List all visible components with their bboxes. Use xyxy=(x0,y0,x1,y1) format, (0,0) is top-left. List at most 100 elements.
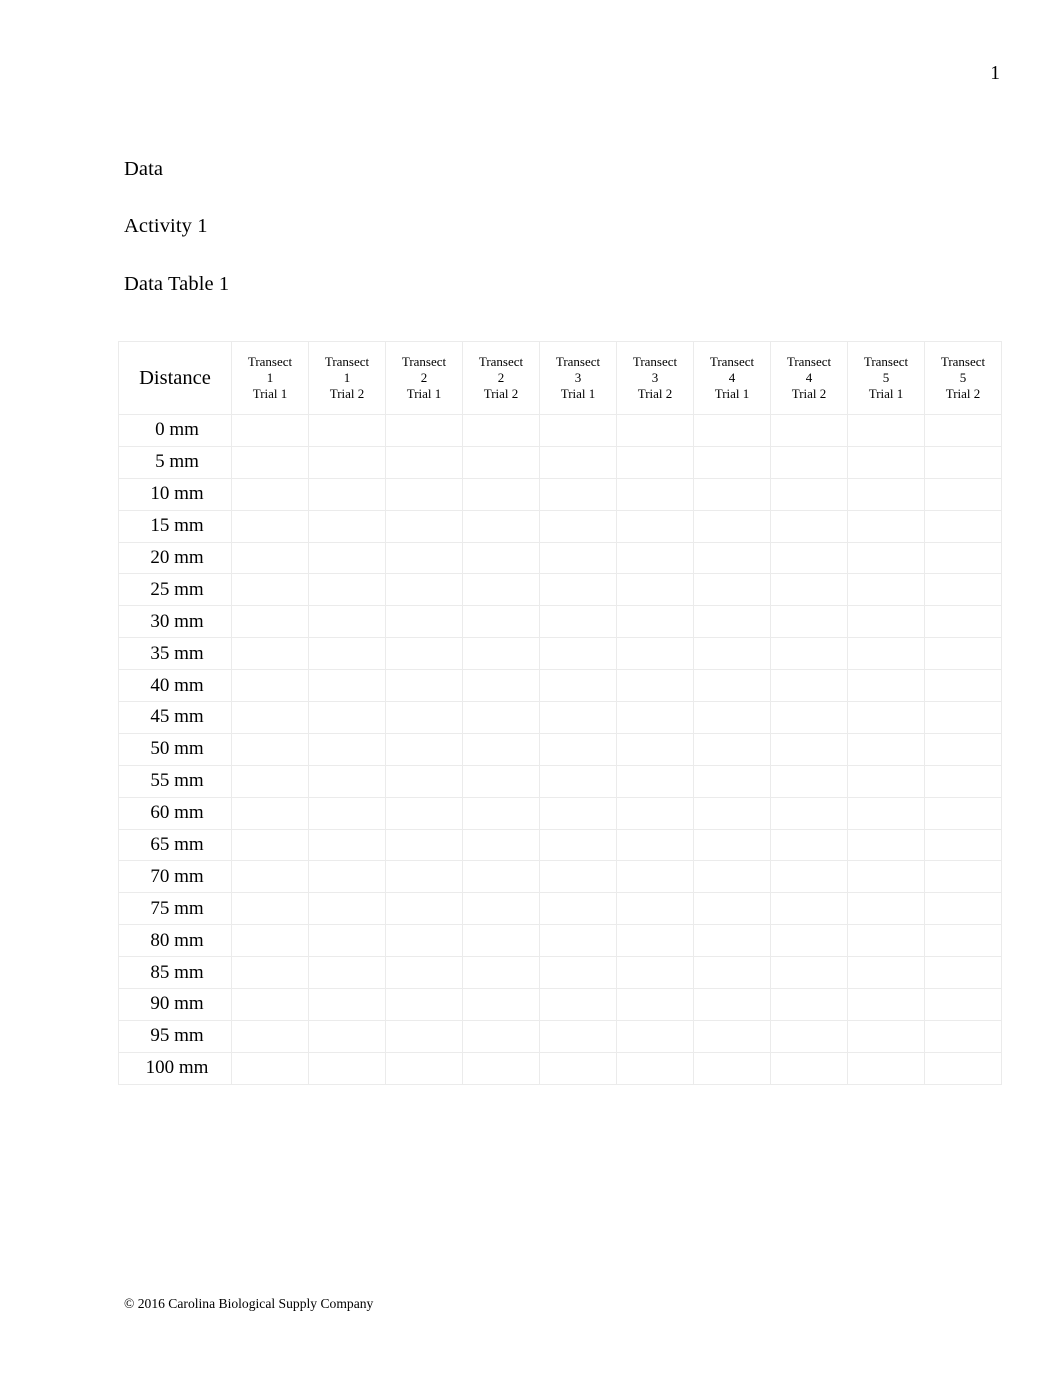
data-entry-cell[interactable] xyxy=(539,701,617,734)
data-entry-cell[interactable] xyxy=(616,732,694,766)
data-entry-cell[interactable] xyxy=(231,892,309,926)
data-entry-cell[interactable] xyxy=(616,445,694,479)
data-entry-cell[interactable] xyxy=(308,732,386,766)
data-entry-cell[interactable] xyxy=(308,573,386,607)
data-entry-cell[interactable] xyxy=(231,573,309,607)
data-entry-cell[interactable] xyxy=(231,1051,309,1085)
data-entry-cell[interactable] xyxy=(385,509,463,543)
data-entry-cell[interactable] xyxy=(462,445,540,479)
data-entry-cell[interactable] xyxy=(308,541,386,575)
data-entry-cell[interactable] xyxy=(616,764,694,798)
data-entry-cell[interactable] xyxy=(231,669,309,703)
data-entry-cell[interactable] xyxy=(385,828,463,862)
data-entry-cell[interactable] xyxy=(462,1051,540,1085)
data-entry-cell[interactable] xyxy=(924,796,1002,830)
data-entry-cell[interactable] xyxy=(924,924,1002,958)
data-entry-cell[interactable] xyxy=(308,1051,386,1085)
data-entry-cell[interactable] xyxy=(539,892,617,926)
data-entry-cell[interactable] xyxy=(462,892,540,926)
data-entry-cell[interactable] xyxy=(616,860,694,894)
data-entry-cell[interactable] xyxy=(924,701,1002,734)
data-entry-cell[interactable] xyxy=(385,1051,463,1085)
data-entry-cell[interactable] xyxy=(924,1051,1002,1085)
data-entry-cell[interactable] xyxy=(385,573,463,607)
data-entry-cell[interactable] xyxy=(616,637,694,671)
data-entry-cell[interactable] xyxy=(770,764,848,798)
data-entry-cell[interactable] xyxy=(308,445,386,479)
data-entry-cell[interactable] xyxy=(539,764,617,798)
data-entry-cell[interactable] xyxy=(616,956,694,990)
data-entry-cell[interactable] xyxy=(539,924,617,958)
data-entry-cell[interactable] xyxy=(385,892,463,926)
data-entry-cell[interactable] xyxy=(770,732,848,766)
data-entry-cell[interactable] xyxy=(462,637,540,671)
data-entry-cell[interactable] xyxy=(847,701,925,734)
data-entry-cell[interactable] xyxy=(308,701,386,734)
data-entry-cell[interactable] xyxy=(693,732,771,766)
data-entry-cell[interactable] xyxy=(847,605,925,639)
data-entry-cell[interactable] xyxy=(231,796,309,830)
data-entry-cell[interactable] xyxy=(231,445,309,479)
data-entry-cell[interactable] xyxy=(847,892,925,926)
data-entry-cell[interactable] xyxy=(231,860,309,894)
data-entry-cell[interactable] xyxy=(231,477,309,511)
data-entry-cell[interactable] xyxy=(616,605,694,639)
data-entry-cell[interactable] xyxy=(924,414,1002,447)
data-entry-cell[interactable] xyxy=(847,509,925,543)
data-entry-cell[interactable] xyxy=(847,1051,925,1085)
data-entry-cell[interactable] xyxy=(616,892,694,926)
data-entry-cell[interactable] xyxy=(693,414,771,447)
data-entry-cell[interactable] xyxy=(308,1019,386,1053)
data-entry-cell[interactable] xyxy=(385,924,463,958)
data-entry-cell[interactable] xyxy=(770,1051,848,1085)
data-entry-cell[interactable] xyxy=(616,509,694,543)
data-entry-cell[interactable] xyxy=(308,924,386,958)
data-entry-cell[interactable] xyxy=(539,669,617,703)
data-entry-cell[interactable] xyxy=(847,956,925,990)
data-entry-cell[interactable] xyxy=(462,956,540,990)
data-entry-cell[interactable] xyxy=(231,1019,309,1053)
data-entry-cell[interactable] xyxy=(924,988,1002,1021)
data-entry-cell[interactable] xyxy=(231,956,309,990)
data-entry-cell[interactable] xyxy=(693,924,771,958)
data-entry-cell[interactable] xyxy=(231,828,309,862)
data-entry-cell[interactable] xyxy=(308,956,386,990)
data-entry-cell[interactable] xyxy=(847,477,925,511)
data-entry-cell[interactable] xyxy=(385,796,463,830)
data-entry-cell[interactable] xyxy=(385,445,463,479)
data-entry-cell[interactable] xyxy=(770,892,848,926)
data-entry-cell[interactable] xyxy=(231,637,309,671)
data-entry-cell[interactable] xyxy=(462,732,540,766)
data-entry-cell[interactable] xyxy=(385,701,463,734)
data-entry-cell[interactable] xyxy=(539,732,617,766)
data-entry-cell[interactable] xyxy=(462,796,540,830)
data-entry-cell[interactable] xyxy=(693,669,771,703)
data-entry-cell[interactable] xyxy=(847,860,925,894)
data-entry-cell[interactable] xyxy=(385,860,463,894)
data-entry-cell[interactable] xyxy=(693,637,771,671)
data-entry-cell[interactable] xyxy=(770,956,848,990)
data-entry-cell[interactable] xyxy=(924,669,1002,703)
data-entry-cell[interactable] xyxy=(231,988,309,1021)
data-entry-cell[interactable] xyxy=(462,988,540,1021)
data-entry-cell[interactable] xyxy=(231,764,309,798)
data-entry-cell[interactable] xyxy=(924,605,1002,639)
data-entry-cell[interactable] xyxy=(385,1019,463,1053)
data-entry-cell[interactable] xyxy=(924,509,1002,543)
data-entry-cell[interactable] xyxy=(847,414,925,447)
data-entry-cell[interactable] xyxy=(770,669,848,703)
data-entry-cell[interactable] xyxy=(693,764,771,798)
data-entry-cell[interactable] xyxy=(385,732,463,766)
data-entry-cell[interactable] xyxy=(231,701,309,734)
data-entry-cell[interactable] xyxy=(539,414,617,447)
data-entry-cell[interactable] xyxy=(385,669,463,703)
data-entry-cell[interactable] xyxy=(539,477,617,511)
data-entry-cell[interactable] xyxy=(385,988,463,1021)
data-entry-cell[interactable] xyxy=(231,509,309,543)
data-entry-cell[interactable] xyxy=(924,892,1002,926)
data-entry-cell[interactable] xyxy=(693,605,771,639)
data-entry-cell[interactable] xyxy=(770,445,848,479)
data-entry-cell[interactable] xyxy=(770,605,848,639)
data-entry-cell[interactable] xyxy=(616,414,694,447)
data-entry-cell[interactable] xyxy=(924,445,1002,479)
